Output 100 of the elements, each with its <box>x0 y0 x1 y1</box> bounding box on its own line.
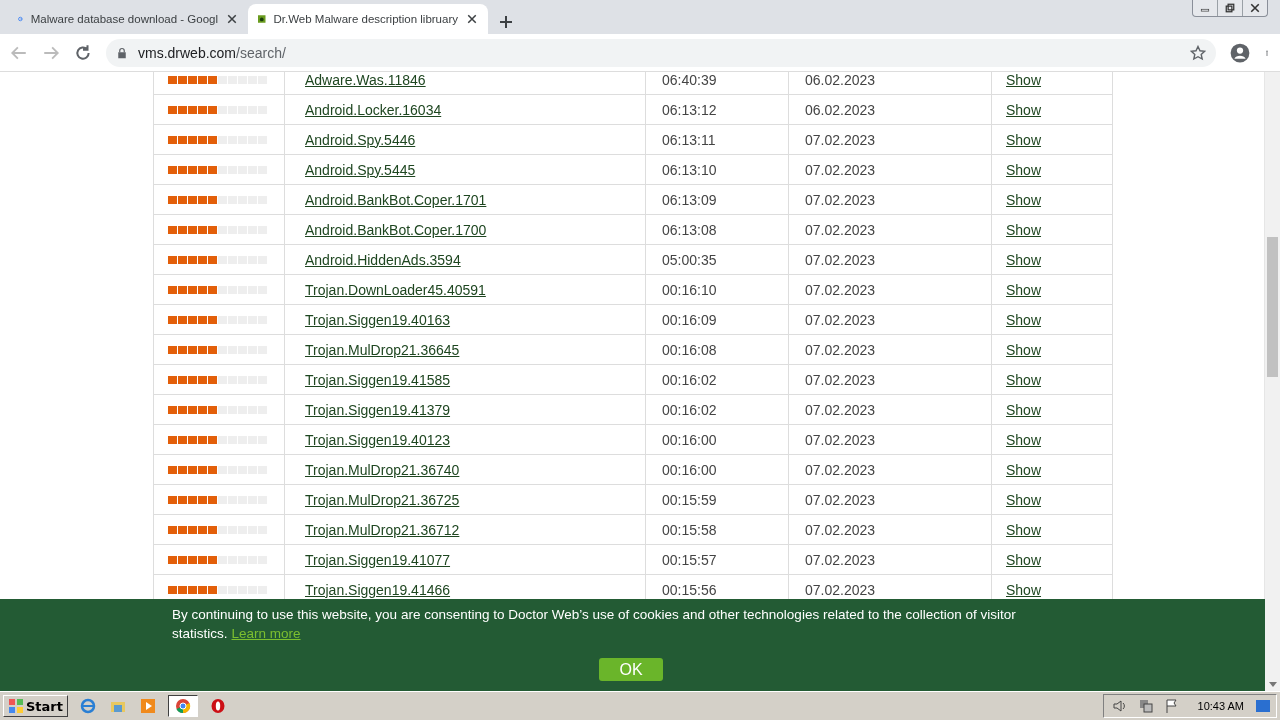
address-bar[interactable]: vms.drweb.com/search/ <box>106 38 1216 67</box>
malware-name-link[interactable]: Adware.Was.11846 <box>305 72 426 88</box>
malware-name-link[interactable]: Trojan.MulDrop21.36645 <box>305 341 460 358</box>
show-link[interactable]: Show <box>1006 461 1042 478</box>
malware-name-link[interactable]: Trojan.Siggen19.40163 <box>305 311 451 328</box>
malware-name-link[interactable]: Android.Locker.16034 <box>305 101 442 118</box>
date-cell: 07.02.2023 <box>788 245 991 274</box>
date-cell: 07.02.2023 <box>788 365 991 394</box>
malware-name-link[interactable]: Android.HiddenAds.3594 <box>305 251 461 268</box>
close-icon <box>1250 3 1260 13</box>
time-cell: 05:00:35 <box>645 245 788 274</box>
lock-icon <box>116 45 128 60</box>
time-cell: 00:15:59 <box>645 485 788 514</box>
date-cell: 07.02.2023 <box>788 485 991 514</box>
start-button[interactable]: Start <box>3 695 68 717</box>
show-link[interactable]: Show <box>1006 551 1042 568</box>
desktop-icon[interactable] <box>1254 698 1272 714</box>
date-cell: 07.02.2023 <box>788 155 991 184</box>
close-icon[interactable] <box>466 13 478 25</box>
date-cell: 07.02.2023 <box>788 455 991 484</box>
date-cell: 07.02.2023 <box>788 215 991 244</box>
time-cell: 00:16:02 <box>645 395 788 424</box>
date-cell: 07.02.2023 <box>788 275 991 304</box>
url-path: /search/ <box>236 44 286 61</box>
date-cell: 07.02.2023 <box>788 545 991 574</box>
malware-name-link[interactable]: Trojan.Siggen19.40123 <box>305 431 451 448</box>
time-cell: 00:16:08 <box>645 335 788 364</box>
time-cell: 00:16:10 <box>645 275 788 304</box>
ie-icon[interactable] <box>80 698 96 714</box>
chrome-icon[interactable] <box>175 698 191 714</box>
media-player-icon[interactable] <box>140 698 156 714</box>
show-link[interactable]: Show <box>1006 251 1042 268</box>
show-link[interactable]: Show <box>1006 131 1042 148</box>
date-cell: 07.02.2023 <box>788 125 991 154</box>
date-cell: 07.02.2023 <box>788 335 991 364</box>
network-icon[interactable] <box>1137 698 1154 714</box>
malware-name-link[interactable]: Android.Spy.5446 <box>305 131 416 148</box>
show-link[interactable]: Show <box>1006 281 1042 298</box>
time-cell: 06:13:08 <box>645 215 788 244</box>
clock: 10:43 AM <box>1197 700 1244 712</box>
show-link[interactable]: Show <box>1006 161 1042 178</box>
show-link[interactable]: Show <box>1006 311 1042 328</box>
malware-name-link[interactable]: Trojan.MulDrop21.36740 <box>305 461 460 478</box>
show-link[interactable]: Show <box>1006 521 1042 538</box>
time-cell: 00:16:00 <box>645 425 788 454</box>
time-cell: 00:16:02 <box>645 365 788 394</box>
url-host: vms.drweb.com <box>138 44 237 61</box>
date-cell: 06.02.2023 <box>788 72 991 94</box>
time-cell: 00:16:00 <box>645 455 788 484</box>
date-cell: 06.02.2023 <box>788 95 991 124</box>
restore-icon <box>1225 3 1235 13</box>
show-link[interactable]: Show <box>1006 431 1042 448</box>
malware-name-link[interactable]: Trojan.MulDrop21.36712 <box>305 521 460 538</box>
malware-name-link[interactable]: Trojan.Siggen19.41077 <box>305 551 451 568</box>
account-icon[interactable] <box>1230 42 1250 63</box>
cookie-text: By continuing to use this website, you are consenting to Doctor Web’s use of cookies and other technologies related to the collection of visitor statistics. Learn more <box>172 606 1017 643</box>
show-link[interactable]: Show <box>1006 72 1042 88</box>
plus-icon[interactable] <box>498 14 514 30</box>
close-icon[interactable] <box>226 13 238 25</box>
show-link[interactable]: Show <box>1006 581 1042 598</box>
learn-more-link[interactable]: Learn more <box>231 626 301 641</box>
show-link[interactable]: Show <box>1006 221 1042 238</box>
malware-name-link[interactable]: Android.BankBot.Coper.1701 <box>305 191 487 208</box>
star-icon[interactable] <box>1190 44 1206 61</box>
time-cell: 06:13:09 <box>645 185 788 214</box>
malware-name-link[interactable]: Trojan.DownLoader45.40591 <box>305 281 486 298</box>
opera-icon[interactable] <box>210 698 226 714</box>
show-link[interactable]: Show <box>1006 101 1042 118</box>
show-link[interactable]: Show <box>1006 401 1042 418</box>
malware-name-link[interactable]: Android.Spy.5445 <box>305 161 416 178</box>
time-cell: 00:16:09 <box>645 305 788 334</box>
show-link[interactable]: Show <box>1006 371 1042 388</box>
malware-name-link[interactable]: Trojan.Siggen19.41466 <box>305 581 451 598</box>
speaker-icon[interactable] <box>1111 698 1128 714</box>
reload-icon[interactable] <box>74 43 92 62</box>
malware-name-link[interactable]: Trojan.Siggen19.41379 <box>305 401 451 418</box>
browser-tab[interactable]: Dr.Web Malware description libruary <box>248 4 488 34</box>
malware-name-link[interactable]: Android.BankBot.Coper.1700 <box>305 221 487 238</box>
date-cell: 07.02.2023 <box>788 515 991 544</box>
date-cell: 07.02.2023 <box>788 185 991 214</box>
malware-name-link[interactable]: Trojan.Siggen19.41585 <box>305 371 451 388</box>
time-cell: 06:40:39 <box>645 72 788 94</box>
date-cell: 07.02.2023 <box>788 425 991 454</box>
malware-name-link[interactable]: Trojan.MulDrop21.36725 <box>305 491 460 508</box>
tab-title: Malware database download - Googl <box>30 13 218 25</box>
time-cell: 06:13:12 <box>645 95 788 124</box>
time-cell: 06:13:10 <box>645 155 788 184</box>
windows-logo-icon <box>8 698 24 714</box>
time-cell: 00:15:57 <box>645 545 788 574</box>
tab-title: Dr.Web Malware description libruary <box>273 13 458 25</box>
show-link[interactable]: Show <box>1006 191 1042 208</box>
date-cell: 07.02.2023 <box>788 305 991 334</box>
time-cell: 00:15:58 <box>645 515 788 544</box>
date-cell: 07.02.2023 <box>788 395 991 424</box>
flag-icon[interactable] <box>1163 698 1180 714</box>
scrollbar-thumb[interactable] <box>1267 237 1278 377</box>
show-link[interactable]: Show <box>1006 341 1042 358</box>
browser-tab[interactable]: Malware database download - Googl <box>8 4 248 34</box>
time-cell: 06:13:11 <box>645 125 788 154</box>
show-link[interactable]: Show <box>1006 491 1042 508</box>
